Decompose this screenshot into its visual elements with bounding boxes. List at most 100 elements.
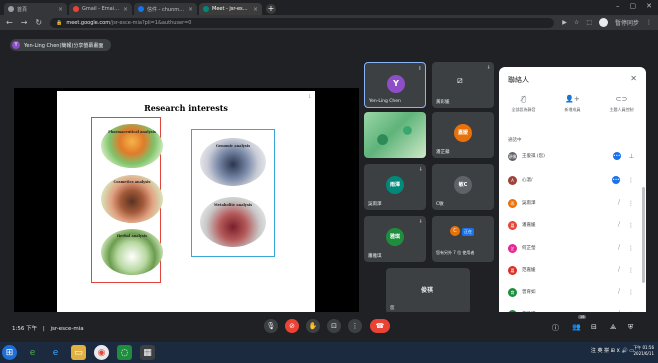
participant-tile[interactable]: Y ⦀ Yen-Ling Chen [364,62,426,108]
list-item[interactable]: 嘉 范嘉媛 ⧸ ⋮ [499,261,640,279]
mic-off-icon[interactable]: ⧸ [618,288,620,296]
participant-tile[interactable]: ⸸ 雨澤 吳雨澤 [364,164,426,210]
more-options-icon[interactable]: ⋮ [628,245,634,252]
more-options-icon[interactable]: ⋮ [628,289,634,296]
start-icon[interactable]: ⊞ [2,345,17,360]
avatar: 雨澤 [386,176,404,194]
presenter-chip[interactable]: Y Yen-Ling Chen(簡報)分享螢幕畫面 [10,39,112,51]
close-tab-icon[interactable]: × [58,6,63,13]
extensions-icon[interactable]: ⬚ [586,19,592,26]
tab-mail[interactable]: 信件 - chunmei0715@gap.kh × [134,3,197,15]
lock-icon: 🔒 [56,19,63,26]
app-icon[interactable]: ▦ [140,345,155,360]
host-controls-button[interactable]: ⊂⊃ 主題人員控制 [602,95,642,125]
close-window-icon[interactable]: ✕ [646,2,652,10]
people-icon[interactable]: 👥 [572,323,581,331]
participant-tile[interactable]: ⸸ 雅琪 蕭雅琪 [364,216,426,262]
minimize-icon[interactable]: – [616,2,620,10]
close-tab-icon[interactable]: × [123,6,128,13]
meeting-controls-bar: 1:56 下午 | jsr-esce-mia 🎙 ⊘ ✋ ⊡ ⋮ ☎ ⓘ 👥 1… [0,312,658,342]
chat-icon[interactable]: ⊟ [591,323,597,331]
more-options-button[interactable]: ⋮ [348,319,362,333]
action-label: 主題人員控制 [609,107,634,112]
present-button[interactable]: ⊡ [327,319,341,333]
participant-tile[interactable]: 嘉媛 潘芷蘋 [432,112,494,158]
list-item[interactable]: 嘉 潘嘉媛 ⧸ ⋮ [499,216,640,234]
shared-screen: Research interests 1 Pharmaceutical anal… [14,88,359,316]
list-item[interactable]: A 心溫/ ••• ⋮ [499,171,640,189]
mic-off-icon[interactable]: ⧸ [618,221,620,229]
more-options-icon[interactable]: ⋮ [628,222,634,229]
tab-meet[interactable]: Meet - jsr-esce-mia × [199,3,262,15]
mic-off-icon[interactable]: ⧸ [618,266,620,274]
list-item[interactable]: 雨 吳雨澤 ⧸ ⋮ [499,194,640,212]
pin-icon[interactable]: ⸸ [420,167,422,173]
participant-name: 潘芷蘋 [436,150,450,155]
line-icon[interactable]: ◌ [117,345,132,360]
pin-icon[interactable]: ⸸ [420,219,422,225]
participant-tile[interactable]: 敏C C敏 [432,164,494,210]
close-tab-icon[interactable]: × [188,6,193,13]
more-options-icon[interactable]: ⋮ [628,177,634,184]
avatar: 雨 [508,198,517,208]
metabolite-image: Metabolite analysis [200,197,266,247]
hand-icon: ✋ [308,322,318,330]
close-icon[interactable]: ✕ [630,74,637,83]
maximize-icon[interactable]: ▢ [630,2,637,10]
list-item[interactable]: 頭像 王俊祺 (您) ••• ⊥ [499,147,640,165]
camera-off-icon: ⊘ [289,322,295,330]
leave-call-button[interactable]: ☎ [370,319,390,333]
back-icon[interactable]: ← [6,18,13,27]
tab-label: Meet - jsr-esce-mia [212,6,250,12]
folder-icon[interactable]: ▭ [71,345,86,360]
avatar: Y [12,41,20,49]
mic-button[interactable]: 🎙 [264,319,278,333]
participant-tile[interactable] [364,112,426,158]
lock-icon[interactable]: ⛨ [628,323,633,332]
info-icon[interactable]: ⓘ [552,323,559,333]
tab-gmail[interactable]: Gmail - Email from Google × [69,3,132,15]
avatar: 頭像 [508,151,517,161]
self-tile[interactable]: 俊祺 您 [386,268,470,314]
participant-tile[interactable]: C 正在 您有另外 7 位 使用者 [432,216,494,262]
url-input[interactable]: 🔒 meet.google.com/jsr-esce-mia?pli=1&aut… [50,17,555,28]
avatar: 芷 [508,243,517,253]
tab-home[interactable]: 首頁 × [4,3,67,15]
edge-icon[interactable]: e [25,345,40,360]
activities-icon[interactable]: ⟁ [610,323,616,332]
meeting-code: jsr-esce-mia [50,326,84,332]
forward-icon[interactable]: → [21,18,28,27]
more-options-icon[interactable]: ⋮ [628,267,634,274]
mic-off-icon[interactable]: ⧸ [618,199,620,207]
meeting-time: 1:56 下午 [12,326,38,332]
clock[interactable]: 下午 01:56 2021/6/11 [633,345,654,357]
profile-label[interactable]: 暫停同步 [615,18,639,27]
mic-off-icon: 🎙̸ [521,95,526,103]
pin-icon[interactable]: ⊥ [629,153,634,160]
meeting-info: 1:56 下午 | jsr-esce-mia [12,324,84,332]
list-item[interactable]: 育 曾育如 ⧸ ⋮ [499,283,640,301]
raise-hand-button[interactable]: ✋ [306,319,320,333]
blob-label: Cosmetics analysis [113,180,151,184]
star-icon[interactable]: ☆ [574,19,579,26]
panel-scrollbar[interactable] [642,187,645,283]
mute-all-button[interactable]: 🎙̸ 全部設為靜音 [504,95,544,125]
system-tray[interactable]: 注 英 拼 ⊞ 𐌢 🔊 ▭ [591,347,634,354]
reload-icon[interactable]: ↻ [35,18,42,27]
menu-icon[interactable]: ⋮ [646,19,652,26]
more-options-icon[interactable]: ⋮ [628,200,634,207]
camera-icon[interactable]: ▶ [562,19,567,26]
new-tab-button[interactable]: + [266,4,276,14]
ie-icon[interactable]: e [48,345,63,360]
chrome-icon[interactable]: ◉ [94,345,109,360]
camera-button[interactable]: ⊘ [285,319,299,333]
profile-avatar[interactable] [598,18,608,27]
pin-icon[interactable]: ⸸ [488,65,490,71]
panel-actions: 🎙̸ 全部設為靜音 👤+ 新增成員 ⊂⊃ 主題人員控制 [499,95,646,125]
list-item[interactable]: 芷 何芷瑩 ⧸ ⋮ [499,239,640,257]
windows-taskbar: ⊞ e e ▭ ◉ ◌ ▦ 注 英 拼 ⊞ 𐌢 🔊 ▭ 下午 01:56 202… [0,342,658,363]
mic-off-icon[interactable]: ⧸ [618,244,620,252]
participant-tile[interactable]: ⸸ ⧄ 黃彩媛 [432,62,494,108]
add-people-button[interactable]: 👤+ 新增成員 [553,95,593,125]
close-tab-icon[interactable]: × [253,6,258,13]
